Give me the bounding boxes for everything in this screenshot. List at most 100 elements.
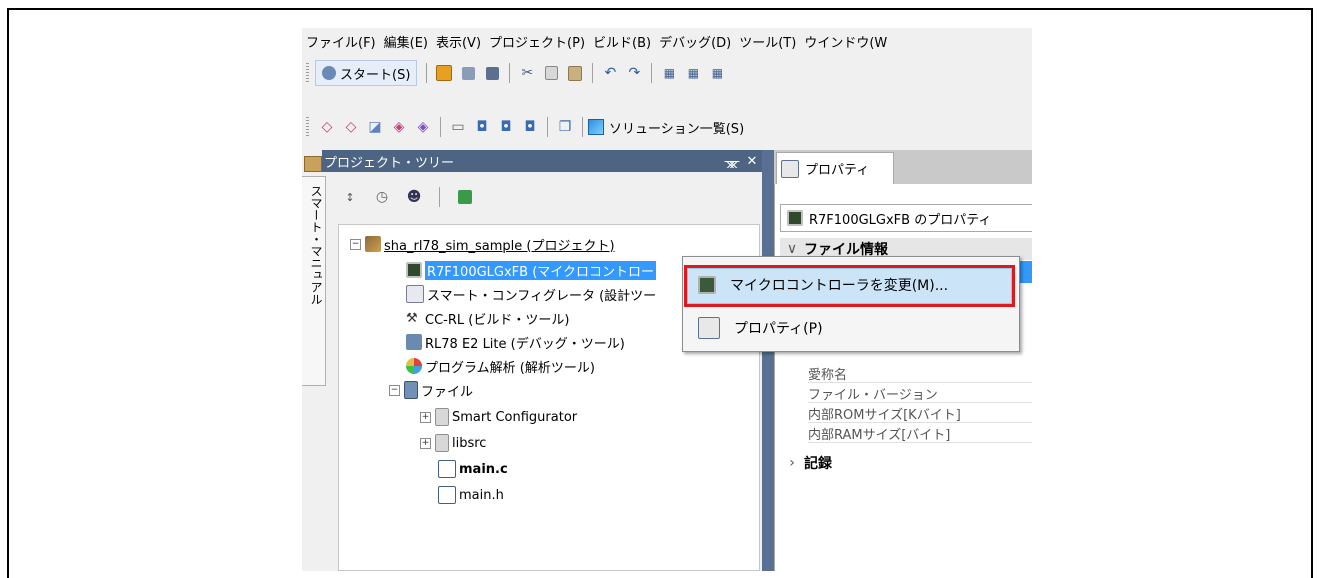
watch-icon[interactable]: ◘ <box>495 116 517 138</box>
root-label: sha_rl78_sim_sample (プロジェクト) <box>384 238 615 254</box>
property-row[interactable]: 愛称名 <box>808 364 1032 383</box>
menu-view[interactable]: 表示(V) <box>432 32 485 51</box>
tree-root[interactable]: − sha_rl78_sim_sample (プロジェクト) <box>350 233 615 255</box>
expand-icon[interactable]: + <box>420 411 431 423</box>
save-icon[interactable] <box>457 62 479 84</box>
menu-project[interactable]: プロジェクト(P) <box>485 32 589 51</box>
tree-item-main-c[interactable]: main.c <box>438 458 508 480</box>
properties-menu-item[interactable]: プロパティ(P) <box>684 311 1014 345</box>
tree-item-smart-configurator[interactable]: スマート・コンフィグレータ (設計ツー <box>406 283 656 305</box>
folder-icon <box>435 434 449 452</box>
highlight-box <box>684 265 1015 307</box>
menu-edit[interactable]: 編集(E) <box>380 32 432 51</box>
sort-icon[interactable]: ↕ <box>339 186 361 208</box>
smart-configurator-folder-label: Smart Configurator <box>452 409 578 425</box>
menu-debug[interactable]: デバッグ(D) <box>655 32 735 51</box>
smart-manual-label: スマート・マニュアル <box>309 185 323 305</box>
layout-icon[interactable]: ❐ <box>554 116 576 138</box>
cc-rl-label: CC-RL (ビルド・ツール) <box>425 312 570 328</box>
copy-icon[interactable] <box>540 62 562 84</box>
project-tree-icon <box>304 156 322 172</box>
property-row[interactable]: 内部RAMサイズ[バイト] <box>808 424 1032 443</box>
window-icon[interactable]: ▭ <box>447 116 469 138</box>
menu-file[interactable]: ファイル(F) <box>302 32 380 51</box>
project-icon <box>365 236 381 252</box>
debug-panel-icon[interactable]: ◘ <box>471 116 493 138</box>
rebuild-icon[interactable]: ◇ <box>340 116 362 138</box>
undo-icon[interactable]: ↶ <box>599 62 621 84</box>
folder-icon <box>435 408 449 426</box>
category-record-label: 記録 <box>804 456 832 472</box>
cut-icon[interactable]: ✂ <box>516 62 538 84</box>
tree-item-debug-tool[interactable]: RL78 E2 Lite (デバッグ・ツール) <box>406 331 625 353</box>
expand-icon[interactable]: + <box>420 437 431 449</box>
solution-label: ソリューション一覧(S) <box>609 121 745 137</box>
chevron-right-icon: › <box>789 455 795 471</box>
build-stop-icon[interactable]: ◈ <box>412 116 434 138</box>
microcontroller-label: R7F100GLGxFB (マイクロコントロー <box>425 260 657 280</box>
panel-splitter[interactable] <box>762 150 774 571</box>
solution-list-button[interactable]: ソリューション一覧(S) <box>588 115 744 139</box>
build-clean-icon[interactable]: ◈ <box>388 116 410 138</box>
find-icon[interactable]: ▦ <box>658 62 680 84</box>
save-all-icon[interactable] <box>481 62 503 84</box>
project-tree-title: プロジェクト・ツリー <box>324 155 455 171</box>
close-icon[interactable]: ✕ <box>742 154 762 169</box>
chip-icon <box>406 262 422 278</box>
file-folder-label: ファイル <box>421 384 474 400</box>
properties-menu-label: プロパティ(P) <box>734 321 823 337</box>
menu-window[interactable]: ウインドウ(W <box>800 32 891 51</box>
main-toolbar: スタート(S) ✂ ↶ ↷ ▦ ▦ ▦ <box>302 58 1032 88</box>
tree-item-smart-configurator-folder[interactable]: + Smart Configurator <box>420 406 577 428</box>
start-button[interactable]: スタート(S) <box>315 60 418 86</box>
category-record[interactable]: › 記録 <box>780 452 1032 474</box>
property-row[interactable]: 内部ROMサイズ[Kバイト] <box>808 404 1032 423</box>
tree-item-cc-rl[interactable]: ⚒ CC-RL (ビルド・ツール) <box>406 307 569 329</box>
menu-tool[interactable]: ツール(T) <box>735 32 800 51</box>
open-icon[interactable] <box>433 62 455 84</box>
menu-bar: ファイル(F) 編集(E) 表示(V) プロジェクト(P) ビルド(B) デバッ… <box>302 28 1032 54</box>
find-prev-icon[interactable]: ▦ <box>706 62 728 84</box>
project-tree-titlebar: プロジェクト・ツリー ᚘ ✕ <box>322 150 762 172</box>
configurator-icon <box>406 285 424 303</box>
start-icon <box>322 66 336 80</box>
tab-properties[interactable]: プロパティ <box>776 152 894 184</box>
refresh-icon[interactable] <box>454 186 476 208</box>
tree-item-libsrc[interactable]: + libsrc <box>420 432 486 454</box>
clock-icon[interactable]: ◷ <box>371 186 393 208</box>
properties-icon <box>781 159 799 178</box>
toolbar-grip[interactable] <box>306 63 309 83</box>
user-icon[interactable]: ☻ <box>403 186 425 208</box>
folder-icon <box>404 381 418 399</box>
toolbar-grip-2[interactable] <box>306 117 309 137</box>
build-icon[interactable]: ◇ <box>316 116 338 138</box>
chevron-down-icon: ∨ <box>786 241 798 257</box>
debugger-icon <box>406 334 422 350</box>
tree-item-main-h[interactable]: main.h <box>438 484 504 506</box>
main-c-label: main.c <box>459 461 508 477</box>
analyze-icon[interactable]: ◪ <box>364 116 386 138</box>
h-file-icon <box>438 486 456 504</box>
tree-item-program-analysis[interactable]: プログラム解析 (解析ツール) <box>406 355 595 377</box>
menu-build[interactable]: ビルド(B) <box>589 32 655 51</box>
main-h-label: main.h <box>459 487 504 503</box>
find-next-icon[interactable]: ▦ <box>682 62 704 84</box>
c-file-icon <box>438 460 456 478</box>
tree-item-file-folder[interactable]: − ファイル <box>389 379 473 401</box>
chip-icon <box>787 210 803 226</box>
paste-icon[interactable] <box>564 62 586 84</box>
memory-icon[interactable]: ◘ <box>519 116 541 138</box>
smart-configurator-label: スマート・コンフィグレータ (設計ツー <box>427 288 657 304</box>
secondary-toolbar: ◇ ◇ ◪ ◈ ◈ ▭ ◘ ◘ ◘ ❐ ソリューション一覧(S) <box>302 112 1032 142</box>
collapse-icon[interactable]: − <box>350 238 361 250</box>
project-tree-toolbar: ↕ ◷ ☻ <box>338 185 477 209</box>
collapse-icon[interactable]: − <box>389 384 400 396</box>
tree-item-microcontroller[interactable]: R7F100GLGxFB (マイクロコントロー <box>406 259 657 281</box>
property-header: R7F100GLGxFB のプロパティ <box>780 204 1032 232</box>
property-row[interactable]: ファイル・バージョン <box>808 384 1032 403</box>
redo-icon[interactable]: ↷ <box>623 62 645 84</box>
smart-manual-tab[interactable]: スマート・マニュアル <box>302 176 326 386</box>
pin-icon[interactable]: ᚘ <box>722 154 742 168</box>
start-label: スタート(S) <box>340 67 411 83</box>
libsrc-label: libsrc <box>452 435 487 451</box>
